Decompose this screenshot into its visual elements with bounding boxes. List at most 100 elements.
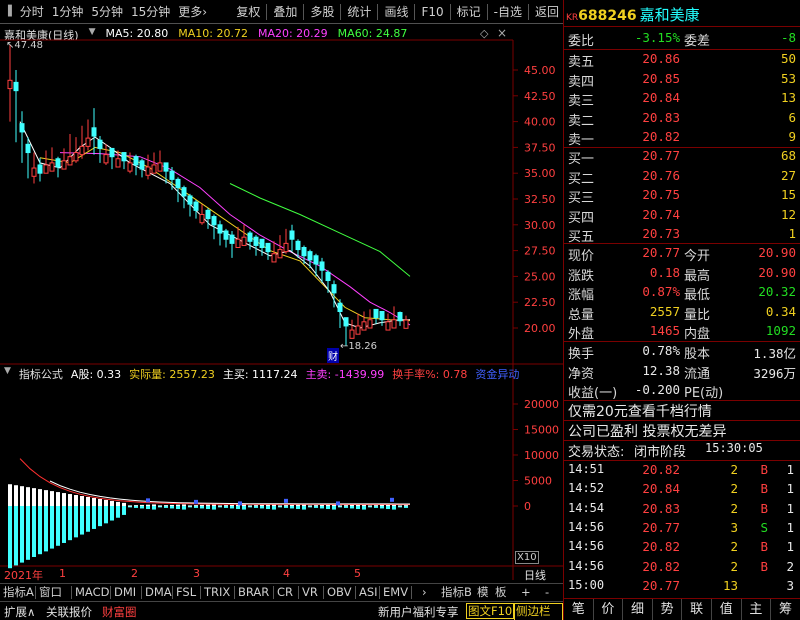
indicator-tab[interactable]: MACD bbox=[75, 585, 109, 600]
detail-tab[interactable]: 筹 bbox=[771, 599, 800, 620]
indicator-tab[interactable]: ASI bbox=[359, 585, 378, 600]
flow-bar-down bbox=[206, 506, 210, 510]
ask-row[interactable]: 卖五 20.86 50 bbox=[564, 51, 800, 71]
remove-watchlist-button[interactable]: -自选 bbox=[490, 0, 526, 24]
flow-bar-down bbox=[74, 506, 78, 538]
tab-more[interactable]: 更多› bbox=[174, 0, 211, 24]
indicator-dropdown-icon[interactable]: ▼ bbox=[4, 366, 11, 382]
stock-name: 嘉和美康 bbox=[639, 6, 700, 24]
tick-volume: 2 bbox=[730, 481, 738, 497]
candle-body bbox=[115, 158, 121, 168]
indicator-tab[interactable]: BRAR bbox=[238, 585, 269, 600]
expand-button[interactable]: 扩展∧ bbox=[4, 604, 35, 620]
tab-1min[interactable]: 1分钟 bbox=[48, 0, 88, 24]
indicator-tab[interactable]: 指标A bbox=[3, 585, 34, 600]
bid-volume: 27 bbox=[780, 167, 796, 183]
mark-button[interactable]: 标记 bbox=[453, 0, 485, 24]
tab-fenshi[interactable]: 分时 bbox=[16, 0, 48, 24]
ask-row[interactable]: 卖二 20.83 6 bbox=[564, 110, 800, 130]
flow-bar-down bbox=[152, 506, 156, 510]
candle-body bbox=[37, 164, 43, 174]
menu-icon[interactable]: ▐ bbox=[0, 6, 16, 17]
indicator-tab[interactable]: DMA bbox=[145, 585, 172, 600]
ask-volume: 13 bbox=[780, 90, 796, 105]
flow-bar-down bbox=[140, 506, 144, 509]
indicator-right-tab[interactable]: 指标B bbox=[441, 585, 472, 600]
indicator-right-tab[interactable]: - bbox=[545, 585, 549, 600]
flow-bar-down bbox=[326, 506, 330, 510]
flow-bar-down bbox=[146, 506, 150, 510]
flow-bar-down bbox=[362, 506, 366, 510]
wealth-circle-button[interactable]: 财富圈 bbox=[102, 604, 137, 620]
detail-tab[interactable]: 值 bbox=[712, 599, 742, 620]
promo-company[interactable]: 公司已盈利 投票权无差异 bbox=[564, 421, 800, 441]
indicator-right-tab[interactable]: + bbox=[521, 585, 531, 600]
ask-row[interactable]: 卖四 20.85 53 bbox=[564, 71, 800, 91]
candle-body bbox=[229, 234, 235, 244]
flow-bar-down bbox=[170, 506, 174, 509]
tab-5min[interactable]: 5分钟 bbox=[87, 0, 127, 24]
indicator-tab[interactable]: CR bbox=[277, 585, 293, 600]
draw-line-button[interactable]: 画线 bbox=[380, 0, 412, 24]
back-button[interactable]: 返回 bbox=[531, 0, 563, 24]
promo-level2[interactable]: 仅需20元查看千档行情 bbox=[564, 401, 800, 421]
indicator-tab[interactable]: FSL bbox=[176, 585, 196, 600]
indicator-tab[interactable]: 窗口 bbox=[39, 585, 62, 600]
bid-volume: 15 bbox=[780, 187, 796, 202]
indicator-tab[interactable]: EMV bbox=[383, 585, 408, 600]
flow-bar-down bbox=[242, 506, 246, 510]
candle-body bbox=[163, 162, 169, 172]
flow-bar-up bbox=[80, 496, 84, 506]
indicator-tab[interactable]: VR bbox=[302, 585, 318, 600]
sidebar-toggle[interactable]: 侧边栏≪ bbox=[514, 603, 563, 620]
tabs-scroll-arrow-icon[interactable]: › bbox=[422, 585, 427, 600]
bid-row[interactable]: 买二 20.76 27 bbox=[564, 168, 800, 188]
fund-row: 净资 12.38 流通 3296万 bbox=[564, 363, 800, 383]
detail-tab[interactable]: 细 bbox=[623, 599, 653, 620]
stats-button[interactable]: 统计 bbox=[343, 0, 375, 24]
bid-volume: 12 bbox=[780, 206, 796, 222]
indicator-right-tab[interactable]: 模 bbox=[477, 585, 489, 600]
indicator-tab[interactable]: OBV bbox=[327, 585, 351, 600]
indicator-tab[interactable]: DMI bbox=[114, 585, 136, 600]
flow-bar-up bbox=[170, 504, 174, 506]
bid-row[interactable]: 买一 20.77 68 bbox=[564, 148, 800, 168]
candle-body bbox=[91, 127, 97, 137]
period-label[interactable]: 日线 bbox=[524, 567, 546, 583]
ask-row[interactable]: 卖一 20.82 9 bbox=[564, 129, 800, 149]
tick-time: 14:52 bbox=[568, 481, 605, 496]
ask-level-label: 卖五 bbox=[568, 55, 595, 70]
flow-bar-down bbox=[380, 506, 384, 509]
flow-bar-up bbox=[74, 495, 78, 506]
fund-row: 收益(一) -0.200 PE(动) bbox=[564, 382, 800, 402]
related-quote-button[interactable]: 关联报价 bbox=[46, 604, 92, 620]
detail-tab[interactable]: 价 bbox=[594, 599, 624, 620]
bid-row[interactable]: 买四 20.74 12 bbox=[564, 207, 800, 227]
tick-time: 14:51 bbox=[568, 462, 605, 476]
tab-15min[interactable]: 15分钟 bbox=[127, 0, 174, 24]
bid-row[interactable]: 买三 20.75 15 bbox=[564, 187, 800, 207]
detail-tab[interactable]: 笔 bbox=[564, 599, 594, 620]
flow-bar-up bbox=[344, 505, 348, 507]
detail-tab[interactable]: 联 bbox=[682, 599, 712, 620]
fuquan-button[interactable]: 复权 bbox=[232, 0, 264, 24]
overlay-button[interactable]: 叠加 bbox=[269, 0, 301, 24]
f10-graph-button[interactable]: 图文F10 bbox=[466, 603, 515, 619]
indicator-right-tab[interactable]: 板 bbox=[495, 585, 507, 600]
finance-marker[interactable]: 财 bbox=[327, 348, 339, 363]
new-user-promo[interactable]: 新用户福利专享 bbox=[378, 604, 459, 620]
x10-label[interactable]: X10 bbox=[515, 551, 539, 564]
candle-body bbox=[397, 312, 403, 322]
flow-bar-up bbox=[314, 505, 318, 507]
flow-bar-down bbox=[176, 506, 180, 510]
f10-button[interactable]: F10 bbox=[417, 0, 447, 24]
candle-body bbox=[7, 79, 13, 90]
indicator-tab[interactable]: TRIX bbox=[204, 585, 230, 600]
ask-row[interactable]: 卖三 20.84 13 bbox=[564, 90, 800, 110]
kline-chart[interactable]: 45.00 42.50 40.00 37.50 35.00 32.50 30.00 27.50… bbox=[0, 24, 563, 580]
detail-tab[interactable]: 势 bbox=[653, 599, 683, 620]
ask-level-label: 卖四 bbox=[568, 74, 595, 90]
multi-stock-button[interactable]: 多股 bbox=[306, 0, 338, 24]
detail-tab[interactable]: 主 bbox=[742, 599, 772, 620]
candle-body bbox=[193, 201, 199, 211]
